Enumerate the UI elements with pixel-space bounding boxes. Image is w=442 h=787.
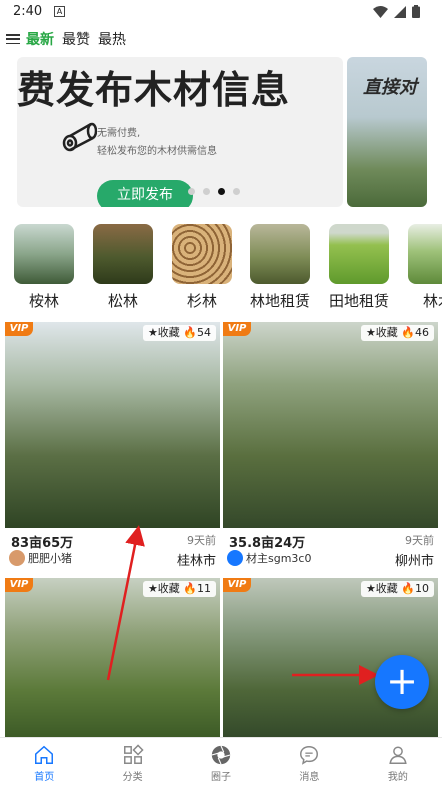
bottom-nav: 首页 分类 圈子 消息 我的 — [0, 737, 442, 787]
nav-category[interactable]: 分类 — [88, 738, 176, 787]
profile-icon — [389, 746, 407, 764]
nav-home[interactable]: 首页 — [0, 738, 88, 787]
aperture-icon — [211, 745, 231, 765]
nav-label: 圈子 — [211, 772, 232, 783]
add-listing-button[interactable]: + — [375, 655, 429, 709]
home-icon — [35, 745, 54, 764]
nav-label: 消息 — [299, 772, 320, 783]
annotation-arrows — [106, 525, 379, 685]
nav-label: 首页 — [34, 772, 55, 783]
category-icon — [123, 744, 144, 764]
nav-circle[interactable]: 圈子 — [177, 738, 265, 787]
arrow-to-owner — [106, 525, 145, 681]
nav-messages[interactable]: 消息 — [265, 738, 353, 787]
nav-label: 分类 — [122, 772, 143, 783]
message-icon — [300, 746, 319, 765]
nav-profile[interactable]: 我的 — [354, 738, 442, 787]
nav-label: 我的 — [387, 772, 408, 783]
